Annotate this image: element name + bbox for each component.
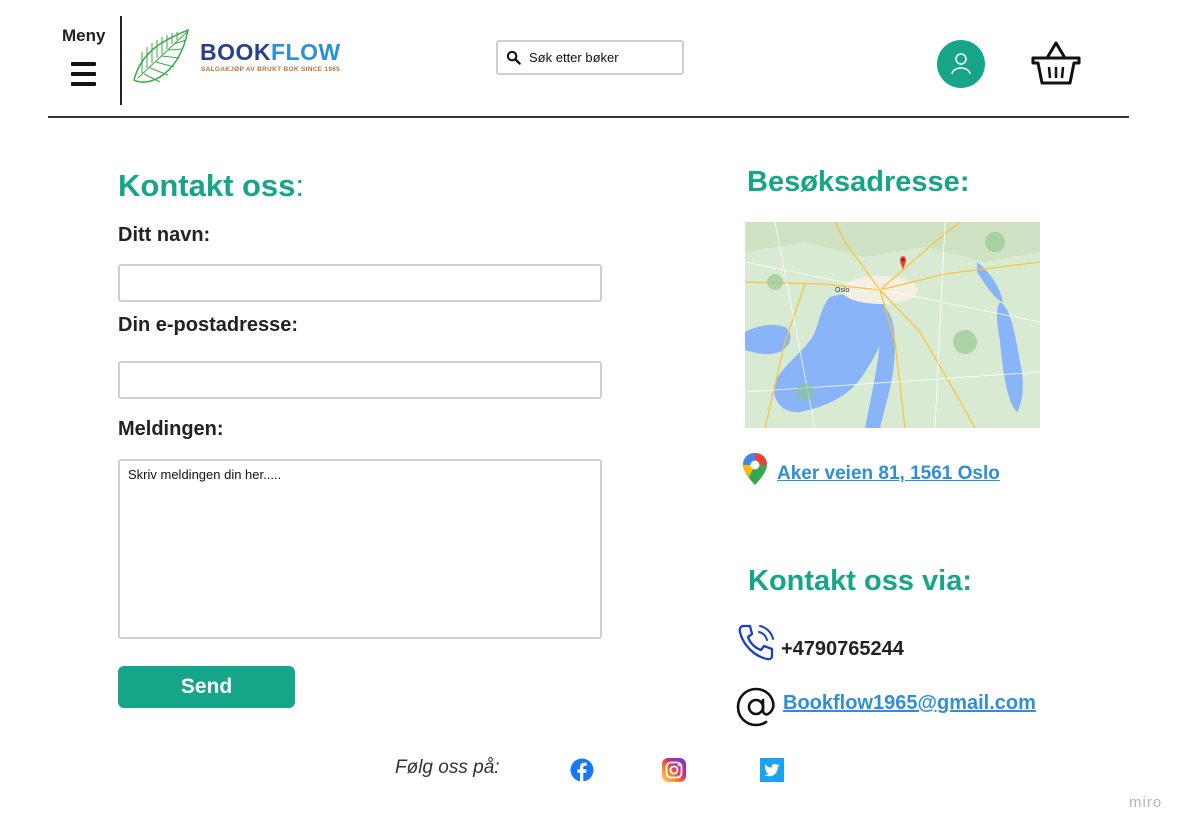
menu-label: Meny <box>62 26 106 45</box>
brand-name-book: BOOK <box>200 39 271 65</box>
brand-name-flow: FLOW <box>271 39 341 65</box>
header-divider <box>120 16 122 105</box>
contact-form-title: Kontakt oss: <box>118 168 304 204</box>
contact-via-title: Kontakt oss via: <box>748 565 972 597</box>
brand-name[interactable]: BOOKFLOW <box>200 39 341 66</box>
message-textarea[interactable] <box>118 459 602 639</box>
contact-form-title-colon: : <box>295 168 305 203</box>
follow-us-label: Følg oss på: <box>395 757 500 778</box>
message-label: Meldingen: <box>118 418 224 440</box>
email-input[interactable] <box>118 361 602 399</box>
map-image[interactable]: Oslo <box>745 222 1040 428</box>
contact-form-title-text: Kontakt oss <box>118 168 296 203</box>
phone-number: +4790765244 <box>781 638 904 660</box>
phone-icon[interactable] <box>737 622 777 662</box>
leaf-logo-icon[interactable] <box>130 28 190 88</box>
email-link[interactable]: Bookflow1965@gmail.com <box>783 692 1036 715</box>
name-input[interactable] <box>118 264 602 302</box>
twitter-icon[interactable] <box>760 758 784 782</box>
instagram-icon[interactable] <box>662 758 686 782</box>
address-link[interactable]: Aker veien 81, 1561 Oslo <box>777 463 1000 485</box>
google-maps-pin-icon <box>743 453 767 485</box>
header-separator <box>48 116 1129 118</box>
address-title: Besøksadresse: <box>747 166 970 198</box>
user-icon <box>951 53 971 75</box>
basket-icon[interactable] <box>1030 38 1082 88</box>
at-sign-icon[interactable] <box>735 686 777 728</box>
miro-watermark: miro <box>1129 794 1163 811</box>
search-icon[interactable] <box>506 50 521 65</box>
map-city-label: Oslo <box>835 287 850 294</box>
name-label: Ditt navn: <box>118 224 211 246</box>
hamburger-icon[interactable] <box>71 62 96 86</box>
email-label: Din e-postadresse: <box>118 314 299 336</box>
search-input[interactable] <box>527 49 681 66</box>
brand-tagline: SALGAKJØP AV BRUKT BOK SINCE 1965 <box>201 66 341 73</box>
facebook-icon[interactable] <box>570 758 594 782</box>
send-button[interactable]: Send <box>118 666 295 708</box>
search-box[interactable] <box>496 40 684 75</box>
user-account-button[interactable] <box>937 40 985 88</box>
